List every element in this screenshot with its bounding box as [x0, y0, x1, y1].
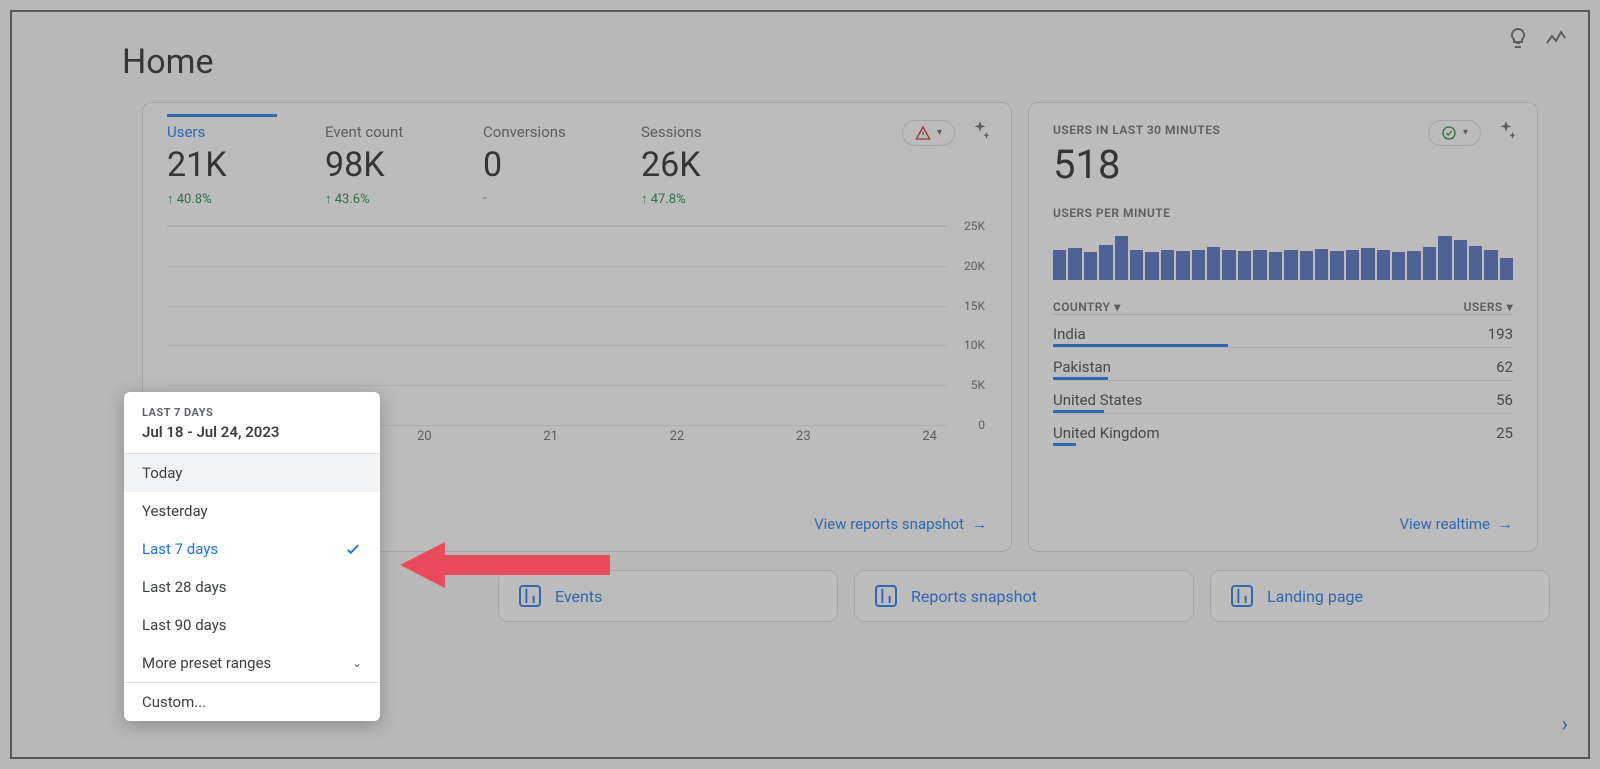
bar: [1300, 251, 1313, 280]
view-realtime-link[interactable]: View realtime→: [1399, 515, 1513, 533]
country-name: Pakistan: [1053, 358, 1111, 376]
country-value: 62: [1496, 358, 1513, 376]
bar: [1145, 252, 1158, 280]
status-button[interactable]: ▾: [1428, 120, 1481, 146]
check-icon: [344, 540, 362, 558]
bar: [1192, 250, 1205, 280]
bar: [1315, 249, 1328, 280]
bar: [1454, 240, 1467, 280]
annotation-arrow: [400, 540, 610, 590]
country-column-header[interactable]: COUNTRY ▾: [1053, 300, 1121, 314]
chevron-down-icon: ⌄: [352, 656, 362, 670]
country-row: India 193: [1053, 314, 1513, 347]
date-range-popover: LAST 7 DAYS Jul 18 - Jul 24, 2023 Today …: [124, 392, 380, 721]
metric-sessions[interactable]: Sessions 26K 47.8%: [641, 123, 751, 207]
caret-down-icon: ▾: [1507, 300, 1513, 314]
bar: [1130, 250, 1143, 280]
bar: [1346, 250, 1359, 280]
bar: [1115, 236, 1128, 280]
date-option-custom[interactable]: Custom...: [124, 682, 380, 721]
view-reports-snapshot-link[interactable]: View reports snapshot→: [814, 515, 987, 533]
bar: [1222, 250, 1235, 280]
sparkle-icon[interactable]: [969, 119, 991, 146]
date-option-yesterday[interactable]: Yesterday: [124, 492, 380, 530]
date-option-more-presets[interactable]: More preset ranges ⌄: [124, 644, 380, 682]
date-range-heading: LAST 7 DAYS: [142, 406, 362, 419]
metric-users[interactable]: Users 21K 40.8%: [167, 123, 277, 207]
bar: [1068, 248, 1081, 280]
users-column-header[interactable]: USERS ▾: [1464, 300, 1513, 314]
country-name: United States: [1053, 391, 1142, 409]
country-value: 193: [1488, 325, 1513, 343]
arrow-right-icon: →: [1498, 515, 1513, 533]
bar: [1330, 251, 1343, 280]
bar: [1438, 236, 1451, 280]
date-option-last-7-days[interactable]: Last 7 days: [124, 530, 380, 568]
country-name: India: [1053, 325, 1086, 343]
suggestion-reports-snapshot[interactable]: ┃╻ Reports snapshot: [854, 570, 1194, 622]
country-row: United Kingdom 25: [1053, 413, 1513, 446]
users-per-minute-chart: [1053, 230, 1513, 280]
bar: [1207, 247, 1220, 280]
date-range-value: Jul 18 - Jul 24, 2023: [142, 423, 362, 441]
next-arrow-icon[interactable]: ›: [1561, 712, 1568, 737]
date-option-last-28-days[interactable]: Last 28 days: [124, 568, 380, 606]
chart-icon: ┃╻: [1231, 585, 1253, 607]
country-row: Pakistan 62: [1053, 347, 1513, 380]
bar: [1269, 252, 1282, 280]
realtime-card: ▾ USERS IN LAST 30 MINUTES 518 USERS PER…: [1028, 102, 1538, 552]
bar: [1238, 251, 1251, 280]
users-per-minute-label: USERS PER MINUTE: [1053, 206, 1513, 220]
bar: [1099, 245, 1112, 280]
country-value: 25: [1496, 424, 1513, 442]
check-circle-icon: [1441, 125, 1457, 141]
lightbulb-icon[interactable]: [1506, 26, 1530, 56]
country-row: United States 56: [1053, 380, 1513, 413]
page-title: Home: [122, 42, 1558, 82]
chart-icon: ┃╻: [875, 585, 897, 607]
sparkle-icon[interactable]: [1495, 119, 1517, 146]
realtime-count: 518: [1053, 141, 1513, 188]
bar: [1500, 258, 1513, 280]
bar: [1469, 246, 1482, 280]
bar: [1161, 250, 1174, 280]
arrow-right-icon: →: [972, 515, 987, 533]
data-quality-button[interactable]: ▾: [902, 120, 955, 146]
bar: [1176, 251, 1189, 280]
bar: [1084, 252, 1097, 280]
bar: [1484, 250, 1497, 280]
bar: [1423, 247, 1436, 280]
bar: [1407, 251, 1420, 280]
bar: [1361, 248, 1374, 280]
metric-event-count[interactable]: Event count 98K 43.6%: [325, 123, 435, 207]
bar: [1284, 250, 1297, 280]
bar: [1392, 252, 1405, 280]
country-value: 56: [1496, 391, 1513, 409]
bar: [1053, 250, 1066, 280]
date-option-today[interactable]: Today: [124, 454, 380, 492]
bar: [1253, 250, 1266, 280]
bar: [1377, 250, 1390, 280]
suggestion-landing-page[interactable]: ┃╻ Landing page: [1210, 570, 1550, 622]
country-name: United Kingdom: [1053, 424, 1160, 442]
metric-conversions[interactable]: Conversions 0 -: [483, 123, 593, 207]
caret-down-icon: ▾: [1114, 300, 1120, 314]
date-option-last-90-days[interactable]: Last 90 days: [124, 606, 380, 644]
insights-icon[interactable]: [1544, 26, 1568, 56]
warning-icon: [915, 125, 931, 141]
